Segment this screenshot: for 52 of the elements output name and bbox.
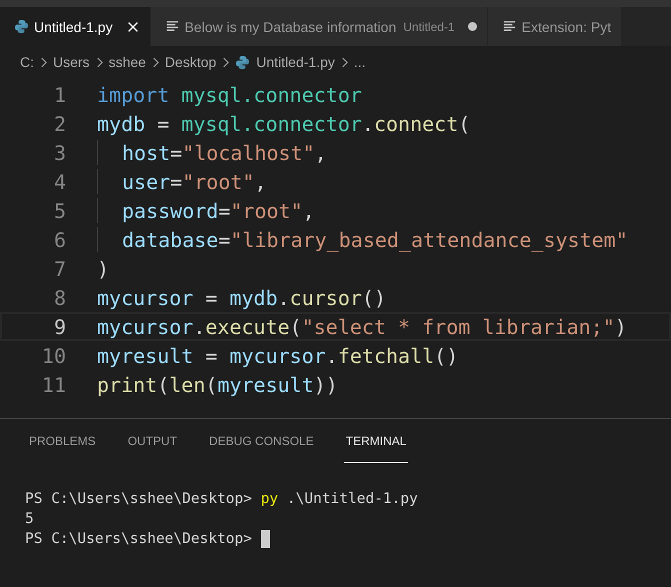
line-number: 10: [40, 344, 66, 368]
line-number: 8: [52, 286, 66, 310]
chevron-icon: [40, 56, 47, 68]
breadcrumb-item[interactable]: Untitled-1.py: [256, 54, 335, 70]
line-number: 9: [52, 314, 66, 338]
panel-tab[interactable]: TERMINAL: [344, 419, 408, 463]
code-line: mycursor = mydb.cursor(): [97, 286, 386, 310]
code-line: myresult = mycursor.fetchall(): [97, 344, 458, 368]
breadcrumb-item[interactable]: Desktop: [164, 54, 216, 70]
line-number: 5: [52, 198, 66, 222]
panel-tab[interactable]: OUTPUT: [126, 419, 180, 463]
line-number: 4: [52, 170, 66, 194]
text-lines-icon: [502, 19, 517, 34]
line-number: 3: [52, 140, 66, 164]
line-number: 7: [52, 256, 66, 280]
line-number: 2: [52, 112, 66, 136]
text-lines-icon: [164, 19, 180, 34]
line-number: 1: [52, 82, 66, 106]
chevron-icon: [340, 56, 348, 68]
code-line: host="localhost",: [122, 140, 327, 164]
python-icon: [235, 54, 250, 70]
code-line: database="library_based_attendance_system": [122, 228, 628, 252]
panel-tab[interactable]: DEBUG CONSOLE: [207, 419, 316, 463]
close-icon[interactable]: [126, 20, 140, 34]
terminal-line: 5: [25, 511, 34, 527]
code-line: print(len(myresult)): [97, 372, 338, 396]
line-number: 11: [40, 372, 66, 396]
panel-tab[interactable]: PROBLEMS: [27, 419, 98, 463]
tab-description: Untitled-1: [403, 20, 455, 34]
editor-tab[interactable]: Below is my Database information Untitled-1: [150, 7, 488, 46]
editor-tab[interactable]: Untitled-1.py: [0, 7, 151, 46]
chevron-icon: [96, 56, 103, 68]
code-line: user="root",: [122, 170, 267, 194]
breadcrumb-item[interactable]: ...: [354, 54, 366, 70]
breadcrumb-item[interactable]: Users: [53, 54, 90, 70]
line-number: 6: [52, 228, 66, 252]
python-icon: [14, 19, 29, 34]
chevron-icon: [152, 56, 159, 68]
breadcrumb-item[interactable]: sshee: [108, 54, 146, 70]
code-line: mydb = mysql.connector.connect(: [97, 112, 470, 136]
code-line: ): [97, 256, 110, 280]
terminal-line: PS C:\Users\sshee\Desktop> py .\Untitled-1.py: [25, 491, 418, 507]
tab-label: Below is my Database information: [184, 18, 396, 34]
code-line: mycursor.execute("select * from librarian;"): [97, 314, 627, 338]
code-line: password="root",: [122, 198, 315, 222]
terminal-line: PS C:\Users\sshee\Desktop>: [25, 531, 253, 547]
chevron-icon: [222, 56, 230, 68]
breadcrumb-item[interactable]: C:: [20, 54, 34, 70]
editor-tab[interactable]: Extension: Pyt: [488, 7, 622, 46]
tab-label: Untitled-1.py: [34, 18, 113, 34]
tab-label: Extension: Pyt: [522, 18, 612, 34]
code-line: import mysql.connector: [97, 82, 362, 106]
